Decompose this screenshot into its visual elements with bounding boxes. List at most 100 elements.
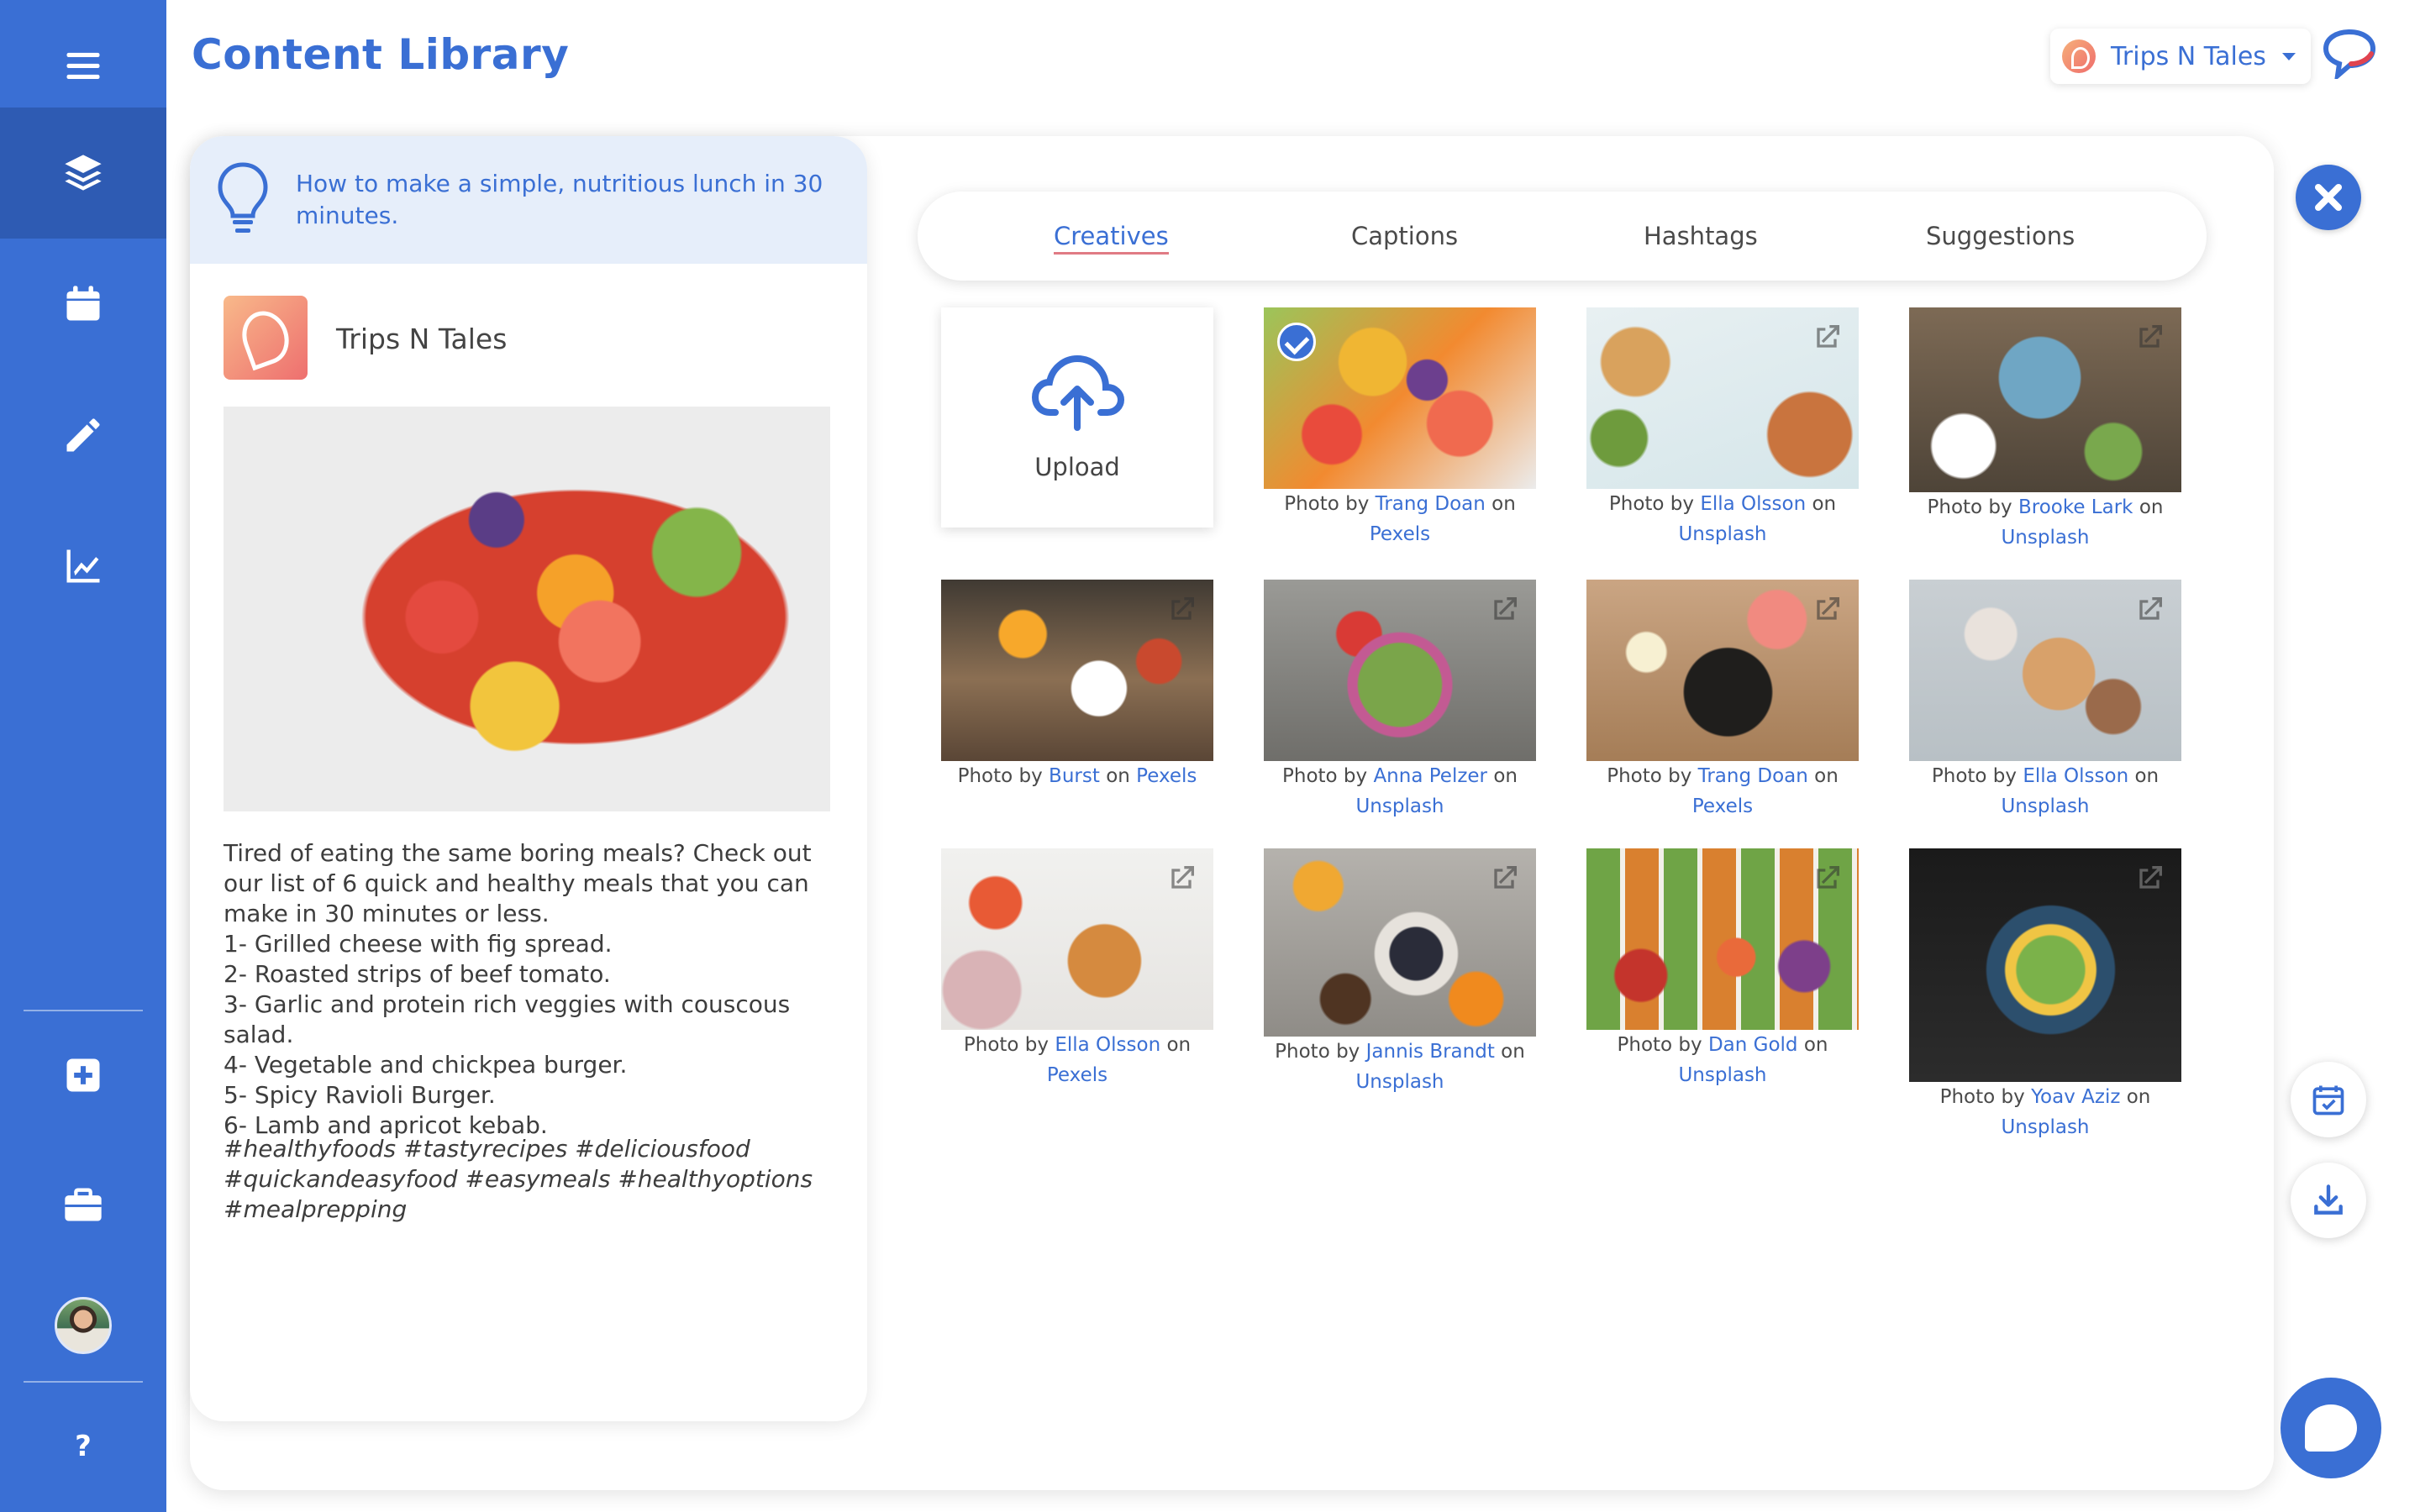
photo-author-link[interactable]: Anna Pelzer [1373,765,1487,787]
open-external-icon[interactable] [1487,862,1521,895]
photo-credit: Photo by Trang Doan on Pexels [1607,765,1839,817]
selected-check-icon[interactable] [1277,323,1316,361]
sidebar-item-profile[interactable] [0,1260,166,1391]
upload-button[interactable]: Upload [941,307,1213,528]
sidebar-item-workspace[interactable] [0,1139,166,1270]
photo-credit: Photo by Ella Olsson on Pexels [963,1034,1192,1086]
cloud-upload-icon [1031,354,1124,431]
photo-author-link[interactable]: Trang Doan [1698,765,1808,787]
chat-bubble-icon [2305,1404,2357,1452]
photo-source-link[interactable]: Unsplash [2001,527,2089,549]
photo-image [1264,848,1536,1037]
sidebar-item-calendar[interactable] [0,239,166,370]
sidebar: ? [0,0,166,1512]
page-title: Content Library [192,30,570,79]
post-image [224,407,830,811]
photo-author-link[interactable]: Trang Doan [1376,493,1486,515]
photo-source-link[interactable]: Unsplash [1355,1071,1444,1093]
photo-source-link[interactable]: Pexels [1136,765,1197,787]
photo-image [1586,848,1859,1030]
help-icon: ? [75,1430,92,1463]
photo-source-link[interactable]: Pexels [1370,523,1430,545]
photo-tile[interactable]: Photo by Jannis Brandt on Unsplash [1264,848,1536,1097]
library-tabs: Creatives Captions Hashtags Suggestions [918,192,2207,281]
brand-avatar [224,296,308,380]
photo-tile[interactable]: Photo by Dan Gold on Unsplash [1586,848,1859,1090]
app-logo-icon [2323,29,2376,79]
photo-credit: Photo by Yoav Aziz on Unsplash [1939,1086,2151,1138]
sidebar-item-help[interactable]: ? [0,1381,166,1512]
open-external-icon[interactable] [1165,593,1198,627]
photo-tile[interactable]: Photo by Ella Olsson on Pexels [941,848,1213,1090]
photo-source-link[interactable]: Pexels [1047,1064,1107,1086]
photo-author-link[interactable]: Jannis Brandt [1366,1041,1495,1063]
tab-hashtags[interactable]: Hashtags [1644,222,1758,250]
photo-credit: Photo by Ella Olsson on Unsplash [1931,765,2160,817]
photo-tile[interactable]: Photo by Trang Doan on Pexels [1586,580,1859,822]
photo-tile[interactable]: Photo by Brooke Lark on Unsplash [1909,307,2181,553]
photo-tile[interactable]: Photo by Burst on Pexels [941,580,1213,791]
schedule-button[interactable] [2291,1062,2366,1137]
photo-author-link[interactable]: Burst [1049,765,1100,787]
photo-image [1909,580,2181,761]
close-button[interactable] [2296,165,2361,230]
chat-button[interactable] [2281,1378,2381,1478]
open-external-icon[interactable] [2133,862,2166,895]
photo-credit: Photo by Dan Gold on Unsplash [1617,1034,1828,1086]
photo-source-link[interactable]: Unsplash [2001,795,2089,817]
photo-tile[interactable]: Photo by Ella Olsson on Unsplash [1586,307,1859,549]
calendar-icon [66,286,100,321]
photo-source-link[interactable]: Unsplash [1678,1064,1766,1086]
photo-author-link[interactable]: Ella Olsson [2023,765,2128,787]
post-caption: Tired of eating the same boring meals? C… [224,839,812,1139]
open-external-icon[interactable] [1810,862,1844,895]
post-title: How to make a simple, nutritious lunch i… [296,170,823,229]
calendar-check-icon [2312,1085,2344,1116]
preview-header: How to make a simple, nutritious lunch i… [190,136,867,264]
photo-image [1264,580,1536,761]
open-external-icon[interactable] [2133,593,2166,627]
photo-source-link[interactable]: Unsplash [1678,523,1766,545]
layers-icon [65,155,102,191]
menu-icon [66,52,100,80]
account-name: Trips N Tales [2111,41,2266,71]
sidebar-item-content-library[interactable] [0,108,166,239]
photo-image [1586,307,1859,489]
photo-tile[interactable]: Photo by Yoav Aziz on Unsplash [1909,848,2181,1142]
open-external-icon[interactable] [1165,862,1198,895]
post-hashtags: #healthyfoods #tastyrecipes #deliciousfo… [224,1135,813,1223]
photo-author-link[interactable]: Dan Gold [1708,1034,1798,1056]
photo-image [1586,580,1859,761]
open-external-icon[interactable] [1810,321,1844,354]
account-selector[interactable]: Trips N Tales [2050,29,2311,84]
photo-credit: Photo by Jannis Brandt on Unsplash [1275,1041,1525,1093]
photo-author-link[interactable]: Yoav Aziz [2031,1086,2120,1108]
tab-creatives[interactable]: Creatives [1054,222,1169,255]
chevron-down-icon [2282,53,2296,60]
photo-author-link[interactable]: Ella Olsson [1700,493,1806,515]
photo-image [1909,848,2181,1082]
photo-source-link[interactable]: Pexels [1692,795,1753,817]
open-external-icon[interactable] [1487,593,1521,627]
open-external-icon[interactable] [1810,593,1844,627]
photo-source-link[interactable]: Unsplash [1355,795,1444,817]
download-button[interactable] [2291,1163,2366,1238]
pencil-icon [66,418,100,452]
photo-source-link[interactable]: Unsplash [2001,1116,2089,1138]
photo-tile[interactable]: Photo by Anna Pelzer on Unsplash [1264,580,1536,822]
photo-tile[interactable]: Photo by Trang Doan on Pexels [1264,307,1536,549]
download-icon [2314,1184,2343,1215]
sidebar-item-add[interactable] [0,1010,166,1141]
tab-suggestions[interactable]: Suggestions [1926,222,2075,250]
photo-author-link[interactable]: Ella Olsson [1055,1034,1160,1056]
photo-author-link[interactable]: Brooke Lark [2018,496,2133,518]
photo-tile[interactable]: Photo by Ella Olsson on Unsplash [1909,580,2181,822]
open-external-icon[interactable] [2133,321,2166,354]
sidebar-item-analytics[interactable] [0,501,166,632]
sidebar-item-compose[interactable] [0,370,166,501]
lightbulb-icon [218,162,268,233]
tab-captions[interactable]: Captions [1351,222,1458,250]
brand-name: Trips N Tales [336,323,508,355]
photo-image [941,580,1213,761]
post-preview: How to make a simple, nutritious lunch i… [190,136,867,1421]
